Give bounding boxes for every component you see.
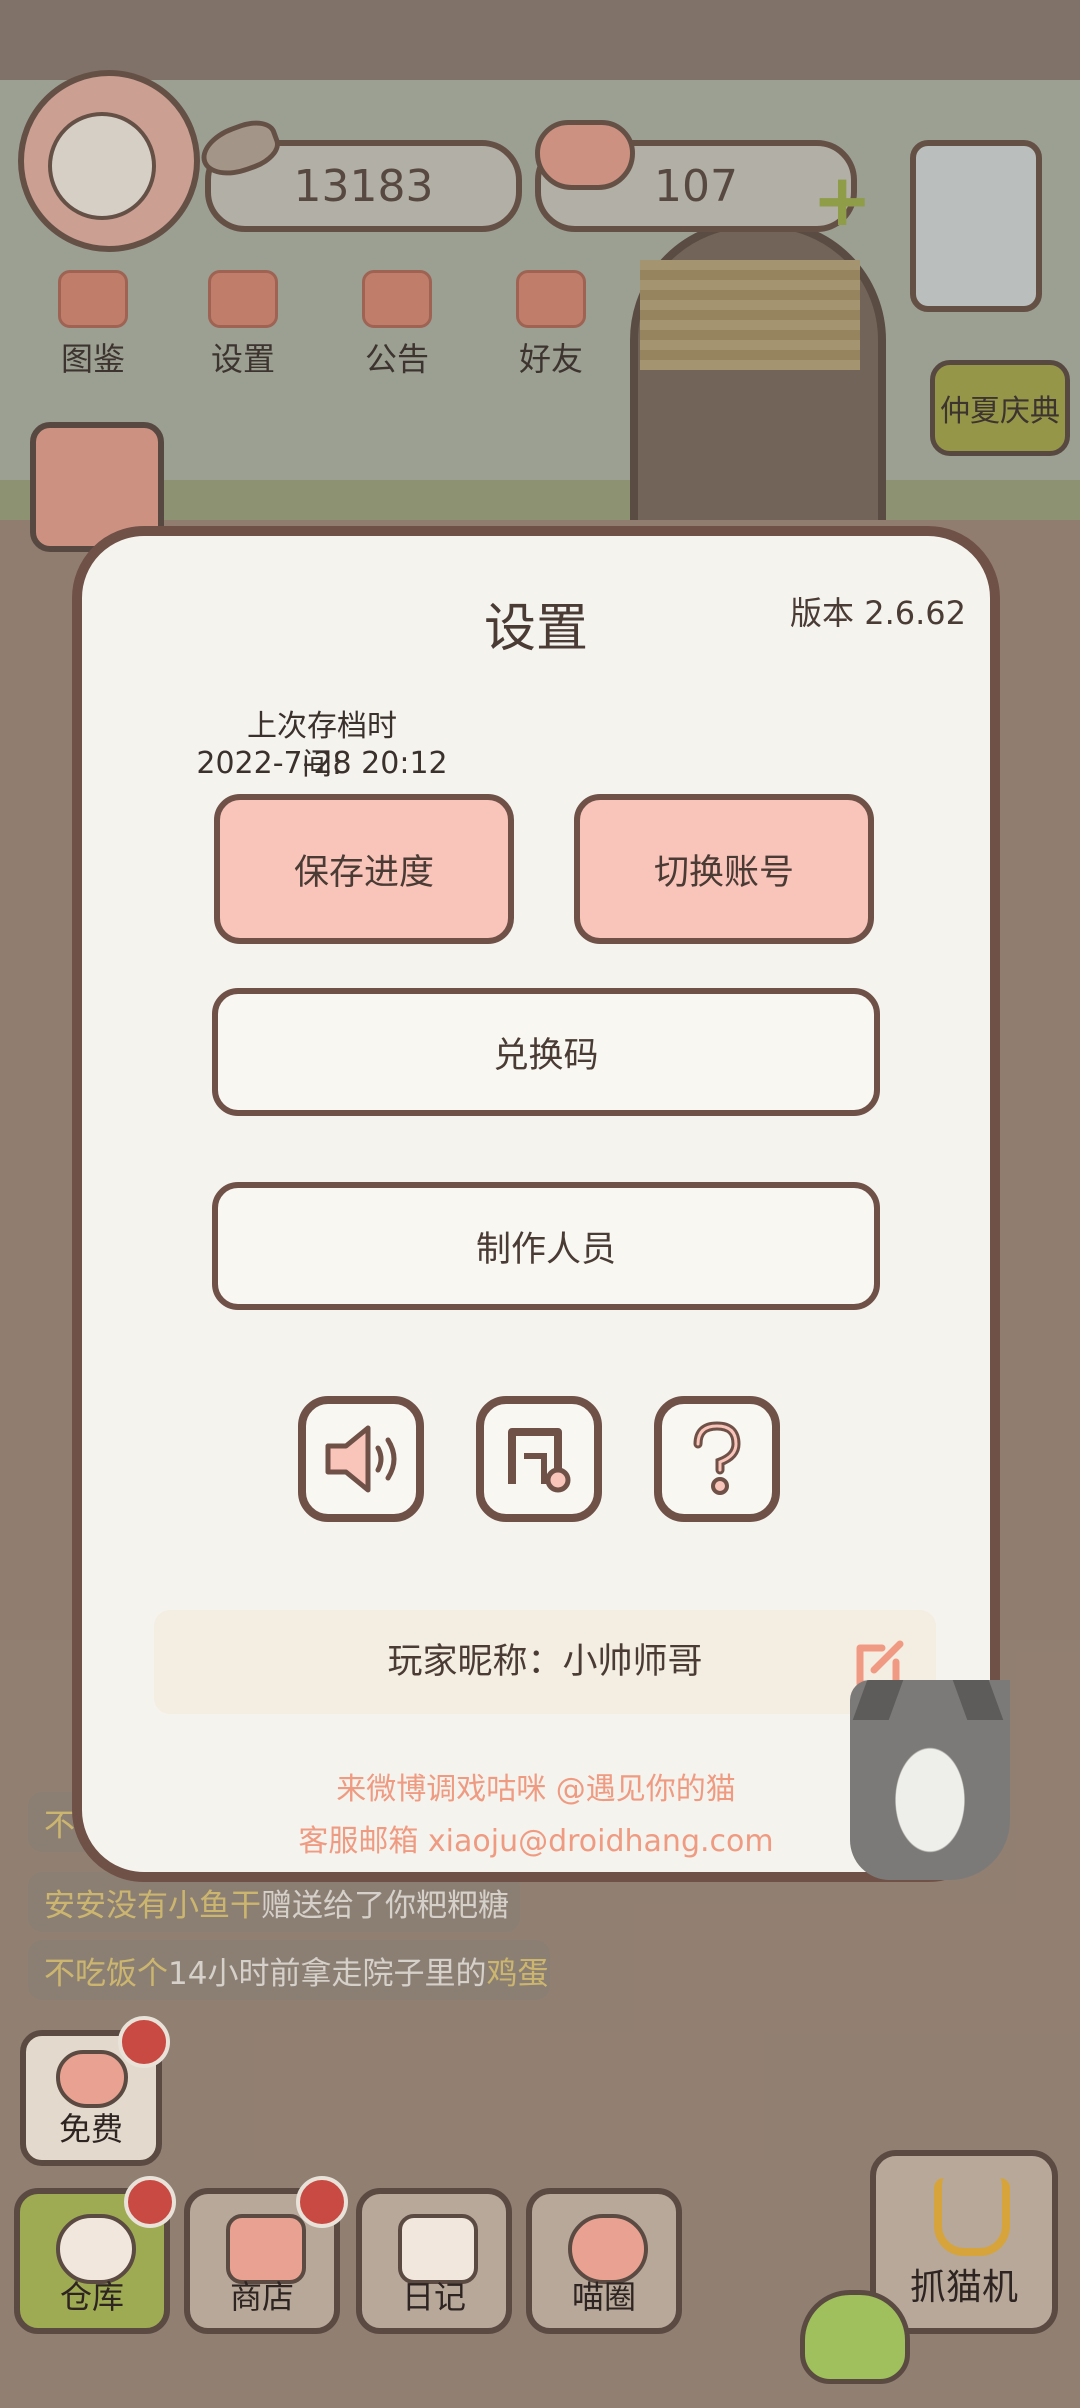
switch-account-button[interactable]: 切换账号 — [574, 794, 874, 944]
cat-ear — [852, 1680, 904, 1720]
last-save-time: 2022-7-28 20:12 — [196, 746, 448, 781]
claw-machine-label: 抓猫机 — [909, 2267, 1018, 2308]
tab-diary-label: 日记 — [401, 2278, 466, 2316]
notification-dot — [296, 2176, 348, 2228]
help-button[interactable] — [654, 1396, 780, 1522]
redeem-code-button[interactable]: 兑换码 — [212, 988, 880, 1116]
version-label: 版本 2.6.62 — [790, 594, 966, 632]
save-progress-button[interactable]: 保存进度 — [214, 794, 514, 944]
save-progress-label: 保存进度 — [293, 852, 434, 893]
question-icon — [693, 1421, 741, 1495]
nickname-label: 玩家昵称：小帅师哥 — [387, 1642, 703, 1682]
tab-diary[interactable]: 日记 — [356, 2188, 512, 2334]
credits-button[interactable]: 制作人员 — [212, 1182, 880, 1310]
music-toggle-button[interactable] — [476, 1396, 602, 1522]
switch-account-label: 切换账号 — [653, 852, 794, 893]
claw-icon — [934, 2178, 1010, 2256]
music-icon — [508, 1428, 571, 1493]
nickname-bar: 玩家昵称：小帅师哥 — [154, 1610, 936, 1714]
claw-machine-button[interactable]: 抓猫机 — [870, 2150, 1058, 2334]
cat-photo — [850, 1680, 1010, 1880]
settings-dialog: 设置 版本 2.6.62 上次存档时间: 2022-7-28 20:12 保存进… — [72, 526, 1000, 1882]
notification-dot — [124, 2176, 176, 2228]
tab-cat-circle[interactable]: 喵圈 — [526, 2188, 682, 2334]
tab-shop-label: 商店 — [229, 2278, 294, 2316]
tab-storage-label: 仓库 — [59, 2278, 124, 2316]
tab-cat-circle-label: 喵圈 — [571, 2278, 636, 2316]
free-gift-label: 免费 — [58, 2110, 123, 2148]
credits-label: 制作人员 — [475, 1229, 616, 1270]
frog-mascot — [800, 2290, 910, 2384]
speaker-icon — [325, 1425, 397, 1493]
notification-dot — [118, 2016, 170, 2068]
cat-ear — [952, 1680, 1004, 1720]
sound-toggle-button[interactable] — [298, 1396, 424, 1522]
redeem-code-label: 兑换码 — [493, 1035, 599, 1076]
heart-gift-icon — [56, 2050, 128, 2108]
